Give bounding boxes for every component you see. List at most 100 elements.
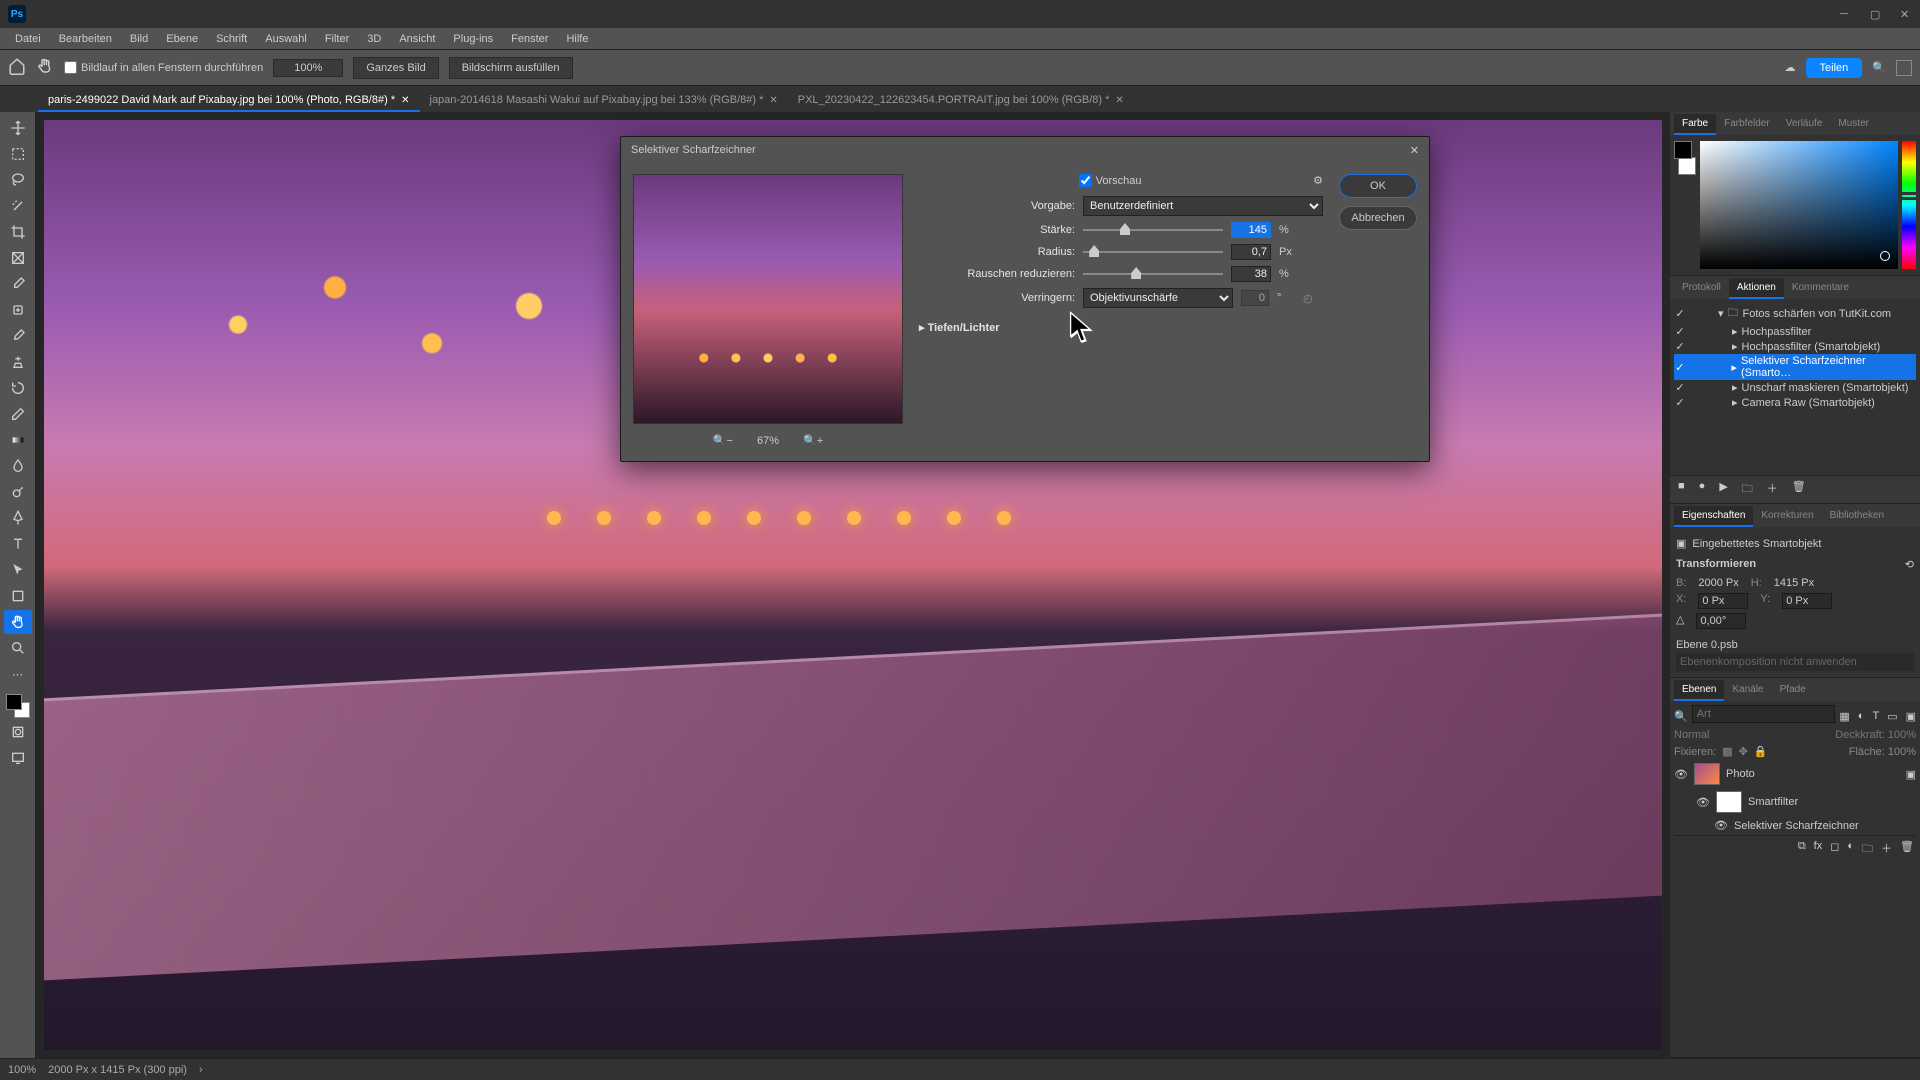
tab-pfade[interactable]: Pfade [1772,680,1814,701]
trash-icon[interactable]: 🗑 [1792,480,1806,499]
reset-icon[interactable]: ⟲ [1905,558,1914,571]
action-check-icon[interactable]: ✓ [1674,325,1686,338]
visibility-icon[interactable]: 👁 [1674,768,1688,781]
filter-image-icon[interactable]: ▦ [1839,710,1849,723]
blend-mode-select[interactable]: Normal [1674,729,1709,741]
action-item[interactable]: ✓▾🗀Fotos schärfen von TutKit.com [1674,303,1916,324]
edit-toolbar[interactable]: ⋯ [4,662,32,686]
tab-muster[interactable]: Muster [1830,114,1877,135]
filter-adjust-icon[interactable]: ◐ [1858,710,1865,723]
zoom-out-icon[interactable]: 🔍− [713,434,733,447]
action-check-icon[interactable]: ✓ [1674,381,1686,394]
x-input[interactable] [1698,593,1748,609]
crop-tool[interactable] [4,220,32,244]
menu-3d[interactable]: 3D [358,33,390,45]
menu-bearbeiten[interactable]: Bearbeiten [50,33,121,45]
y-input[interactable] [1782,593,1832,609]
layer-style-icon[interactable]: fx [1814,840,1823,859]
shape-tool[interactable] [4,584,32,608]
menu-datei[interactable]: Datei [6,33,50,45]
close-icon[interactable]: ✕ [401,95,409,106]
visibility-icon[interactable]: 👁 [1696,796,1710,809]
tab-bibliotheken[interactable]: Bibliotheken [1822,506,1892,527]
filter-smart-icon[interactable]: ▣ [1906,710,1916,723]
marquee-tool[interactable] [4,142,32,166]
lasso-tool[interactable] [4,168,32,192]
eyedropper-tool[interactable] [4,272,32,296]
quick-mask-icon[interactable] [4,720,32,744]
tab-ebenen[interactable]: Ebenen [1674,680,1724,701]
tab-farbe[interactable]: Farbe [1674,114,1716,135]
color-field[interactable] [1700,141,1898,269]
cancel-button[interactable]: Abbrechen [1339,206,1417,230]
minimize-button[interactable]: ─ [1840,8,1852,20]
menu-fenster[interactable]: Fenster [502,33,557,45]
action-item[interactable]: ✓▸Selektiver Scharfzeichner (Smarto… [1674,354,1916,380]
workspace-icon[interactable] [1896,60,1912,76]
preset-select[interactable]: Benutzerdefiniert [1083,196,1323,216]
action-check-icon[interactable]: ✓ [1674,361,1686,374]
action-item[interactable]: ✓▸Hochpassfilter (Smartobjekt) [1674,339,1916,354]
menu-bild[interactable]: Bild [121,33,157,45]
fill-value[interactable]: 100% [1888,746,1916,758]
status-docinfo[interactable]: 2000 Px x 1415 Px (300 ppi) [48,1064,187,1076]
action-item[interactable]: ✓▸Hochpassfilter [1674,324,1916,339]
visibility-icon[interactable]: 👁 [1714,819,1728,832]
gear-icon[interactable]: ⚙ [1313,174,1323,187]
stop-icon[interactable]: ■ [1678,480,1685,499]
tab-eigenschaften[interactable]: Eigenschaften [1674,506,1753,527]
menu-ebene[interactable]: Ebene [157,33,207,45]
amount-slider[interactable] [1083,229,1223,231]
action-item[interactable]: ✓▸Unscharf maskieren (Smartobjekt) [1674,380,1916,395]
text-tool[interactable] [4,532,32,556]
chevron-right-icon[interactable]: ▸ [1718,325,1738,338]
scroll-all-windows-checkbox[interactable]: Bildlauf in allen Fenstern durchführen [64,61,263,74]
status-zoom[interactable]: 100% [8,1064,36,1076]
fit-screen-button[interactable]: Ganzes Bild [353,57,438,79]
noise-slider[interactable] [1083,273,1223,275]
zoom-tool[interactable] [4,636,32,660]
menu-plugins[interactable]: Plug-ins [444,33,502,45]
tab-protokoll[interactable]: Protokoll [1674,278,1729,299]
radius-slider[interactable] [1083,251,1223,253]
radius-input[interactable] [1231,244,1271,260]
layer-item[interactable]: 👁Photo▣ [1674,760,1916,788]
color-fgbg-swatch[interactable] [1674,141,1696,175]
preview-image[interactable] [633,174,903,424]
share-button[interactable]: Teilen [1806,58,1863,78]
magic-wand-tool[interactable] [4,194,32,218]
chevron-right-icon[interactable]: ▸ [1718,340,1738,353]
tab-farbfelder[interactable]: Farbfelder [1716,114,1778,135]
layer-mask-icon[interactable]: ◻ [1830,840,1839,859]
spot-heal-tool[interactable] [4,298,32,322]
foreground-background-colors[interactable] [6,694,30,718]
layer-item[interactable]: 👁Selektiver Scharfzeichner [1674,816,1916,835]
layer-thumbnail[interactable] [1694,763,1720,785]
menu-auswahl[interactable]: Auswahl [256,33,316,45]
width-value[interactable]: 2000 Px [1698,577,1738,589]
path-selection-tool[interactable] [4,558,32,582]
blur-tool[interactable] [4,454,32,478]
close-icon[interactable]: ✕ [769,95,777,106]
zoom-in-icon[interactable]: 🔍+ [803,434,823,447]
menu-ansicht[interactable]: Ansicht [390,33,444,45]
layer-thumbnail[interactable] [1716,791,1742,813]
action-item[interactable]: ✓▸Camera Raw (Smartobjekt) [1674,395,1916,410]
gradient-tool[interactable] [4,428,32,452]
hue-slider[interactable] [1902,141,1916,269]
document-tab-2[interactable]: japan-2014618 Masashi Wakui auf Pixabay.… [420,90,788,112]
document-tab-1[interactable]: paris-2499022 David Mark auf Pixabay.jpg… [38,90,420,112]
layer-item[interactable]: 👁Smartfilter [1674,788,1916,816]
clone-stamp-tool[interactable] [4,350,32,374]
pen-tool[interactable] [4,506,32,530]
close-icon[interactable]: ✕ [1115,95,1123,106]
chevron-down-icon[interactable]: ▾ [1718,307,1724,320]
ok-button[interactable]: OK [1339,174,1417,198]
tab-kanale[interactable]: Kanäle [1724,680,1771,701]
filter-shape-icon[interactable]: ▭ [1887,710,1897,723]
tab-kommentare[interactable]: Kommentare [1784,278,1857,299]
action-check-icon[interactable]: ✓ [1674,340,1686,353]
shadows-highlights-disclosure[interactable]: Tiefen/Lichter [915,311,1323,334]
cloud-icon[interactable]: ☁ [1785,61,1796,74]
filter-text-icon[interactable]: T [1872,710,1879,723]
